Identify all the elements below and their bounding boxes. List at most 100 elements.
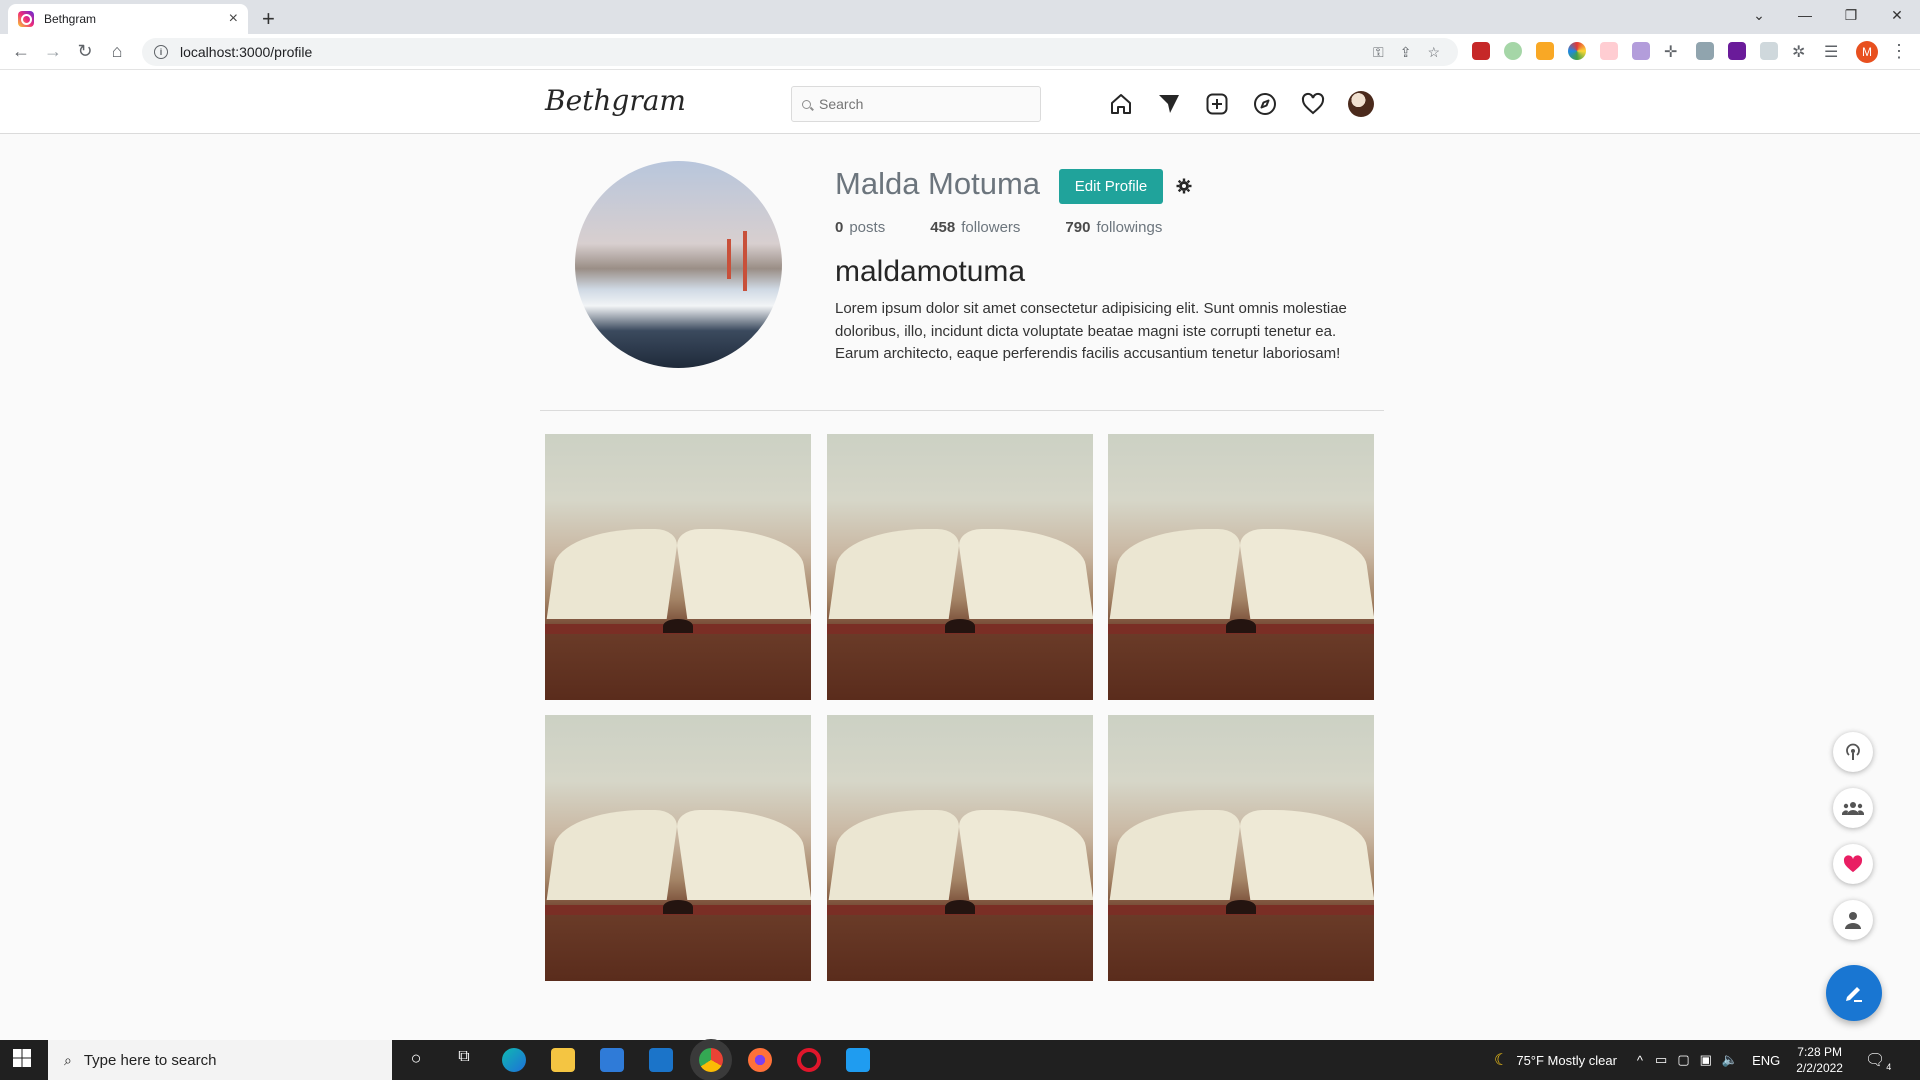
clock[interactable]: 7:28 PM 2/2/2022 bbox=[1796, 1044, 1843, 1076]
color-picker-extension-icon[interactable] bbox=[1568, 42, 1586, 60]
profile-avatar-nav[interactable] bbox=[1347, 90, 1375, 118]
edit-fab-button[interactable] bbox=[1826, 965, 1882, 1021]
weather-moon-icon[interactable]: ☾ bbox=[1494, 1050, 1508, 1070]
new-post-icon[interactable] bbox=[1203, 90, 1231, 118]
chrome-icon[interactable] bbox=[699, 1048, 723, 1072]
heart-fab-button[interactable] bbox=[1833, 844, 1873, 884]
post-thumbnail[interactable] bbox=[1108, 715, 1374, 981]
minimize-button[interactable]: — bbox=[1782, 0, 1828, 30]
search-input[interactable] bbox=[819, 96, 1019, 112]
task-view-icon[interactable]: ⧉ bbox=[452, 1048, 476, 1072]
windows-taskbar: ⌕ Type here to search ○ ⧉ ☾ 75°F Mostly … bbox=[0, 1040, 1920, 1080]
move-extension-icon[interactable]: ✛ bbox=[1664, 42, 1682, 61]
mail-icon[interactable] bbox=[649, 1048, 673, 1072]
explore-compass-icon[interactable] bbox=[1251, 90, 1279, 118]
firefox-icon[interactable] bbox=[748, 1048, 772, 1072]
url-text: localhost:3000/profile bbox=[180, 44, 313, 60]
share-icon[interactable]: ⇪ bbox=[1400, 44, 1412, 61]
cortana-icon[interactable]: ○ bbox=[404, 1048, 428, 1072]
direct-message-icon[interactable] bbox=[1155, 90, 1183, 118]
new-tab-button[interactable]: + bbox=[262, 6, 275, 32]
followers-count: 458 bbox=[930, 219, 956, 236]
vscode-icon[interactable] bbox=[846, 1048, 870, 1072]
activity-heart-icon[interactable] bbox=[1299, 90, 1327, 118]
extension-icon[interactable] bbox=[1536, 42, 1554, 60]
edge-browser-icon[interactable] bbox=[502, 1048, 526, 1072]
browser-tab-bar: Bethgram × + ⌄ — ❐ ✕ bbox=[0, 0, 1920, 34]
home-icon[interactable]: ⌂ bbox=[106, 41, 128, 62]
app-header: Bethgram bbox=[0, 70, 1920, 134]
microsoft-store-icon[interactable] bbox=[600, 1048, 624, 1072]
display-icon[interactable]: ▣ bbox=[1700, 1052, 1712, 1068]
search-icon: ⌕ bbox=[64, 1051, 72, 1068]
browser-tab[interactable]: Bethgram × bbox=[8, 4, 248, 34]
app-logo[interactable]: Bethgram bbox=[545, 84, 686, 117]
podcast-fab-button[interactable] bbox=[1833, 732, 1873, 772]
tab-close-icon[interactable]: × bbox=[229, 10, 238, 28]
post-thumbnail[interactable] bbox=[1108, 434, 1374, 700]
weather-text[interactable]: 75°F Mostly clear bbox=[1516, 1053, 1617, 1068]
meet-icon[interactable]: ▢ bbox=[1677, 1052, 1689, 1068]
profile-avatar bbox=[575, 161, 782, 368]
search-icon bbox=[802, 99, 811, 109]
extension-icon[interactable] bbox=[1632, 42, 1650, 60]
back-icon[interactable]: ← bbox=[10, 41, 32, 62]
posts-stat[interactable]: 0 posts bbox=[835, 219, 885, 236]
bridge-tower bbox=[743, 231, 747, 291]
followings-count: 790 bbox=[1065, 219, 1091, 236]
instagram-favicon-icon bbox=[18, 11, 34, 27]
language-indicator[interactable]: ENG bbox=[1752, 1053, 1780, 1068]
extension-icon[interactable] bbox=[1728, 42, 1746, 60]
profile-bio: Lorem ipsum dolor sit amet consectetur a… bbox=[835, 300, 1347, 362]
network-icon[interactable]: ▭ bbox=[1655, 1052, 1667, 1068]
edit-profile-button[interactable]: Edit Profile bbox=[1059, 169, 1163, 204]
post-thumbnail[interactable] bbox=[545, 434, 811, 700]
home-nav-icon[interactable] bbox=[1107, 90, 1135, 118]
profile-display-name: Malda Motuma bbox=[835, 166, 1041, 201]
clock-time: 7:28 PM bbox=[1797, 1045, 1842, 1059]
avatar bbox=[1348, 91, 1374, 117]
profile-stats: 0 posts 458 followers 790 followings bbox=[835, 219, 1207, 236]
site-info-icon[interactable]: i bbox=[154, 45, 168, 59]
search-box[interactable] bbox=[791, 86, 1041, 122]
tab-search-icon[interactable]: ⌄ bbox=[1736, 0, 1782, 30]
taskbar-search-box[interactable]: ⌕ Type here to search bbox=[48, 1040, 392, 1080]
volume-icon[interactable]: 🔈 bbox=[1722, 1052, 1738, 1068]
clock-date: 2/2/2022 bbox=[1796, 1061, 1843, 1075]
opera-icon[interactable] bbox=[797, 1048, 821, 1072]
extension-icon[interactable] bbox=[1696, 42, 1714, 60]
group-fab-button[interactable] bbox=[1833, 788, 1873, 828]
restore-button[interactable]: ❐ bbox=[1828, 0, 1874, 30]
system-tray: ☾ 75°F Mostly clear ^ ▭ ▢ ▣ 🔈 ENG 7:28 P… bbox=[1494, 1040, 1891, 1080]
forward-icon[interactable]: → bbox=[42, 41, 64, 62]
notification-count: 4 bbox=[1886, 1062, 1892, 1072]
post-thumbnail[interactable] bbox=[545, 715, 811, 981]
notifications-icon[interactable]: 🗨 4 bbox=[1865, 1050, 1891, 1072]
taskbar-search-placeholder: Type here to search bbox=[83, 1051, 217, 1069]
bookmark-star-icon[interactable]: ☆ bbox=[1427, 44, 1440, 61]
windows-start-icon[interactable] bbox=[12, 1048, 36, 1072]
close-window-button[interactable]: ✕ bbox=[1874, 0, 1920, 30]
show-hidden-icons[interactable]: ^ bbox=[1637, 1053, 1643, 1068]
extension-icon[interactable] bbox=[1472, 42, 1490, 60]
followers-stat[interactable]: 458 followers bbox=[930, 219, 1020, 236]
person-fab-button[interactable] bbox=[1833, 900, 1873, 940]
extension-icon[interactable] bbox=[1600, 42, 1618, 60]
key-icon[interactable]: ⚿ bbox=[1373, 44, 1384, 61]
reading-list-icon[interactable]: ☰ bbox=[1824, 42, 1842, 61]
settings-gear-icon[interactable] bbox=[1176, 178, 1192, 194]
followings-stat[interactable]: 790 followings bbox=[1065, 219, 1162, 236]
reload-icon[interactable]: ↻ bbox=[74, 41, 96, 62]
extensions-puzzle-icon[interactable]: ✲ bbox=[1792, 42, 1810, 61]
browser-profile-avatar[interactable]: M bbox=[1856, 41, 1878, 63]
camera-extension-icon[interactable] bbox=[1760, 42, 1778, 60]
divider bbox=[540, 410, 1384, 411]
profile-username: maldamotuma bbox=[835, 255, 1026, 288]
post-thumbnail[interactable] bbox=[827, 715, 1093, 981]
post-thumbnail[interactable] bbox=[827, 434, 1093, 700]
extension-icon[interactable] bbox=[1504, 42, 1522, 60]
address-bar[interactable]: i localhost:3000/profile ⚿ ⇪ ☆ bbox=[142, 38, 1458, 66]
file-explorer-icon[interactable] bbox=[551, 1048, 575, 1072]
browser-menu-icon[interactable]: ⋮ bbox=[1888, 41, 1910, 62]
followers-label: followers bbox=[961, 219, 1021, 236]
